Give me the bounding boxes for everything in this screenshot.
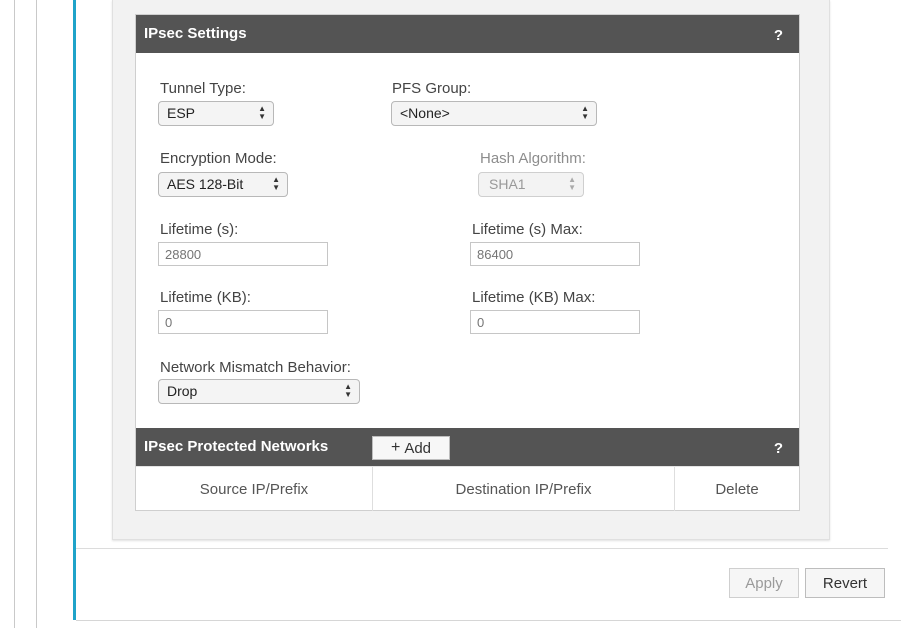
left-border-line: [36, 0, 37, 628]
network-mismatch-label: Network Mismatch Behavior:: [160, 359, 351, 376]
lifetime-s-max-input[interactable]: [470, 242, 640, 266]
pfs-group-label: PFS Group:: [392, 80, 472, 97]
section-title: IPsec Settings: [144, 25, 247, 42]
encryption-mode-label: Encryption Mode:: [160, 150, 277, 167]
column-header-destination[interactable]: Destination IP/Prefix: [373, 467, 675, 511]
lifetime-s-label: Lifetime (s):: [160, 221, 239, 238]
protected-networks-table: Source IP/Prefix Destination IP/Prefix D…: [136, 466, 799, 511]
tunnel-type-value: ESP: [167, 105, 196, 121]
tunnel-type-label: Tunnel Type:: [160, 80, 246, 97]
network-mismatch-value: Drop: [167, 383, 198, 399]
tunnel-type-select[interactable]: ESP ▲ ▼: [158, 101, 274, 126]
left-border-line: [14, 0, 15, 628]
lifetime-kb-label: Lifetime (KB):: [160, 289, 251, 306]
help-icon[interactable]: ?: [774, 27, 783, 44]
revert-button[interactable]: Revert: [805, 568, 885, 598]
column-header-delete[interactable]: Delete: [675, 467, 799, 511]
pfs-group-select[interactable]: <None> ▲ ▼: [391, 101, 597, 126]
updown-arrows-icon: ▲ ▼: [272, 175, 280, 192]
apply-button[interactable]: Apply: [729, 568, 799, 598]
hash-algorithm-select: SHA1 ▲ ▼: [478, 172, 584, 197]
encryption-mode-value: AES 128-Bit: [167, 176, 244, 192]
ipsec-settings-header: IPsec Settings ?: [136, 15, 799, 53]
encryption-mode-select[interactable]: AES 128-Bit ▲ ▼: [158, 172, 288, 197]
section-title: IPsec Protected Networks: [144, 438, 329, 455]
updown-arrows-icon: ▲ ▼: [258, 104, 266, 121]
ipsec-panel: IPsec Settings ? Tunnel Type: ESP ▲ ▼ PFS…: [135, 14, 800, 511]
hash-algorithm-value: SHA1: [489, 176, 526, 192]
lifetime-kb-max-label: Lifetime (KB) Max:: [472, 289, 596, 306]
pfs-group-value: <None>: [400, 105, 450, 121]
lifetime-s-max-label: Lifetime (s) Max:: [472, 221, 583, 238]
column-header-source[interactable]: Source IP/Prefix: [136, 467, 373, 511]
bottom-divider: [76, 620, 901, 621]
updown-arrows-icon: ▲ ▼: [568, 175, 576, 192]
lifetime-s-input[interactable]: [158, 242, 328, 266]
add-network-button[interactable]: + Add: [372, 436, 450, 460]
footer-divider: [76, 548, 888, 549]
updown-arrows-icon: ▲ ▼: [581, 104, 589, 121]
network-mismatch-select[interactable]: Drop ▲ ▼: [158, 379, 360, 404]
help-icon[interactable]: ?: [774, 440, 783, 457]
accent-bar: [73, 0, 76, 620]
lifetime-kb-max-input[interactable]: [470, 310, 640, 334]
updown-arrows-icon: ▲ ▼: [344, 382, 352, 399]
plus-icon: +: [390, 439, 401, 456]
hash-algorithm-label: Hash Algorithm:: [480, 150, 586, 167]
protected-networks-header: IPsec Protected Networks + Add ?: [136, 428, 799, 466]
add-label: Add: [404, 439, 432, 457]
lifetime-kb-input[interactable]: [158, 310, 328, 334]
